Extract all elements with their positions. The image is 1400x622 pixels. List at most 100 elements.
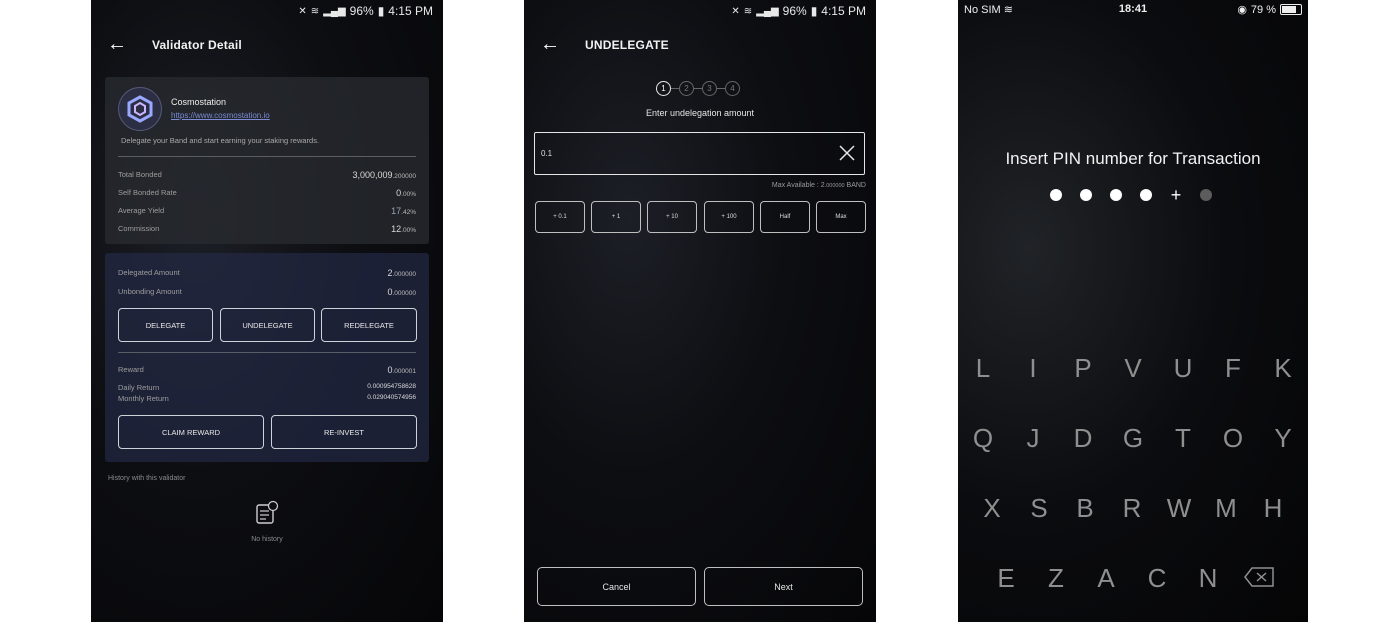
undelegate-screen: ✕ ≋ ▂▄▆ 96% ▮ 4:15 PM ← UNDELEGATE 1 2 3… [524, 0, 876, 622]
validator-info-card: Cosmostation https://www.cosmostation.io… [105, 77, 429, 244]
back-arrow-icon[interactable]: ← [107, 34, 127, 54]
clock: 4:15 PM [821, 4, 866, 18]
validator-website-link[interactable]: https://www.cosmostation.io [171, 111, 270, 120]
amount-value: 0.1 [541, 149, 553, 158]
delegate-button[interactable]: DELEGATE [118, 308, 213, 342]
pin-progress: + [1050, 185, 1230, 205]
key-e[interactable]: E [989, 561, 1023, 595]
key-n[interactable]: N [1191, 561, 1225, 595]
battery-percent: 96% [782, 4, 807, 18]
add-10-button[interactable]: + 10 [647, 201, 697, 233]
validator-avatar [118, 87, 162, 131]
pin-dot-filled [1110, 189, 1122, 201]
status-bar: ✕ ≋ ▂▄▆ 96% ▮ 4:15 PM [524, 0, 876, 22]
key-c[interactable]: C [1140, 561, 1174, 595]
plus-icon: + [1170, 185, 1182, 205]
cancel-button[interactable]: Cancel [537, 567, 696, 606]
daily-return-row: Daily Return 0.000954758628 [118, 383, 416, 392]
reinvest-button[interactable]: RE-INVEST [271, 415, 417, 449]
undelegate-button[interactable]: UNDELEGATE [220, 308, 315, 342]
add-100-button[interactable]: + 100 [704, 201, 754, 233]
claim-reward-button[interactable]: CLAIM REWARD [118, 415, 264, 449]
page-title: Validator Detail [152, 38, 242, 52]
stat-row-total-bonded: Total Bonded 3,000,009.200000 [118, 170, 416, 180]
battery-icon [1280, 4, 1302, 15]
key-g[interactable]: G [1116, 421, 1150, 455]
key-j[interactable]: J [1016, 421, 1050, 455]
unbonding-amount-row: Unbonding Amount 0.000000 [118, 287, 416, 297]
step-4: 4 [725, 81, 740, 96]
key-d[interactable]: D [1066, 421, 1100, 455]
signal-icon: ▂▄▆ [323, 5, 346, 17]
key-k[interactable]: K [1266, 351, 1300, 385]
history-list-icon [256, 500, 279, 524]
clock: 4:15 PM [388, 4, 433, 18]
delegated-amount-row: Delegated Amount 2.000000 [118, 268, 416, 278]
key-r[interactable]: R [1115, 491, 1149, 525]
max-available-text: Max Available : 2.000000 BAND [771, 182, 866, 189]
stat-row-self-bonded-rate: Self Bonded Rate 0.00% [118, 188, 416, 198]
next-button[interactable]: Next [704, 567, 863, 606]
stat-row-average-yield: Average Yield 17.42% [118, 206, 416, 216]
amount-input[interactable]: 0.1 [534, 132, 865, 175]
signal-icon: ▂▄▆ [756, 5, 779, 17]
add-0.1-button[interactable]: + 0.1 [535, 201, 585, 233]
half-button[interactable]: Half [760, 201, 810, 233]
step-indicator: 1 2 3 4 [656, 81, 740, 96]
step-3: 3 [702, 81, 717, 96]
key-q[interactable]: Q [966, 421, 1000, 455]
key-t[interactable]: T [1166, 421, 1200, 455]
my-delegation-card: Delegated Amount 2.000000 Unbonding Amou… [105, 253, 429, 462]
key-v[interactable]: V [1116, 351, 1150, 385]
cosmostation-logo-icon [127, 95, 153, 123]
key-p[interactable]: P [1066, 351, 1100, 385]
history-section-label: History with this validator [108, 475, 186, 482]
validator-detail-screen: ✕ ≋ ▂▄▆ 96% ▮ 4:15 PM ← Validator Detail… [91, 0, 443, 622]
mute-icon: ✕ [731, 5, 740, 17]
pin-title: Insert PIN number for Transaction [1005, 149, 1261, 168]
key-b[interactable]: B [1068, 491, 1102, 525]
wifi-icon: ≋ [310, 5, 320, 17]
key-w[interactable]: W [1162, 491, 1196, 525]
key-i[interactable]: I [1016, 351, 1050, 385]
validator-description: Delegate your Band and start earning you… [121, 136, 320, 145]
step-2: 2 [679, 81, 694, 96]
step-instruction: Enter undelegation amount [645, 108, 755, 118]
key-f[interactable]: F [1216, 351, 1250, 385]
backspace-icon[interactable] [1243, 565, 1275, 589]
back-arrow-icon[interactable]: ← [540, 34, 560, 54]
pin-entry-screen: No SIM ≋ 18:41 ◉ 79 % Insert PIN number … [958, 0, 1308, 622]
key-m[interactable]: M [1209, 491, 1243, 525]
clear-icon[interactable] [838, 144, 856, 162]
reward-row: Reward 0.000001 [118, 365, 416, 375]
pin-dot-filled [1080, 189, 1092, 201]
add-1-button[interactable]: + 1 [591, 201, 641, 233]
key-x[interactable]: X [975, 491, 1009, 525]
key-h[interactable]: H [1256, 491, 1290, 525]
key-l[interactable]: L [966, 351, 1000, 385]
step-1: 1 [656, 81, 671, 96]
status-bar: No SIM ≋ 18:41 ◉ 79 % [964, 3, 1302, 19]
orientation-lock-icon: ◉ [1237, 4, 1247, 16]
key-o[interactable]: O [1216, 421, 1250, 455]
key-u[interactable]: U [1166, 351, 1200, 385]
key-z[interactable]: Z [1039, 561, 1073, 595]
key-s[interactable]: S [1022, 491, 1056, 525]
battery-percent: 96% [349, 4, 374, 18]
battery-percent: 79 % [1250, 3, 1276, 16]
pin-dot-filled [1140, 189, 1152, 201]
no-history-text: No history [251, 536, 283, 543]
key-a[interactable]: A [1089, 561, 1123, 595]
stat-row-commission: Commission 12.00% [118, 224, 416, 234]
key-y[interactable]: Y [1266, 421, 1300, 455]
mute-icon: ✕ [298, 5, 307, 17]
page-title: UNDELEGATE [585, 38, 669, 52]
redelegate-button[interactable]: REDELEGATE [321, 308, 417, 342]
max-button[interactable]: Max [816, 201, 866, 233]
pin-dot-filled [1050, 189, 1062, 201]
pin-dot-empty [1200, 189, 1212, 201]
wifi-icon: ≋ [743, 5, 753, 17]
monthly-return-row: Monthly Return 0.029040574956 [118, 394, 416, 403]
divider [118, 352, 416, 353]
divider [118, 156, 416, 157]
